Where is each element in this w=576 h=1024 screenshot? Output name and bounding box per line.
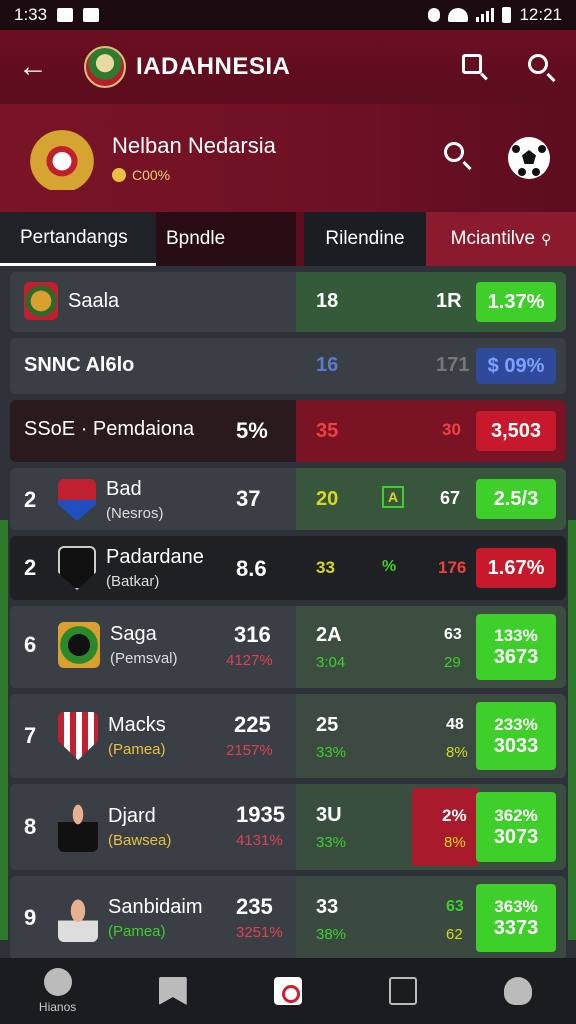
nav-home[interactable]: Hianos [28,968,88,1014]
download-icon [389,977,418,1005]
percent-badge: 233% 3033 [476,702,556,770]
percent-badge: 2.5/3 [476,479,556,519]
bottom-nav: Hianos [0,958,576,1024]
wifi-icon [448,8,469,22]
tab-pertandangs[interactable]: Pertandangs [0,212,156,266]
app-bar: ← IADAHNESIA [0,30,576,104]
percent-badge: 133% 3673 [476,614,556,680]
team-title: Nelban Nedarsia [112,133,276,158]
table-row[interactable]: 8 Djard (Bawsea) 1935 4131% 3U 33% 2% 8% … [10,784,566,870]
club-badge [58,546,96,590]
app-notification-icon [83,8,100,22]
search-icon[interactable] [458,50,492,84]
nav-shield[interactable] [488,977,548,1005]
live-icon [273,977,302,1005]
table-row[interactable]: 9 Sanbidaim (Pamea) 235 3251% 33 38% 63 6… [10,876,566,960]
status-bar: 1:33 12:21 [0,0,576,30]
percent-badge: 362% 3073 [476,792,556,862]
percent-badge: 3,503 [476,411,556,451]
club-badge [58,622,100,668]
team-header: Nelban Nedarsia C00% [0,104,576,212]
tab-bar: Pertandangs Bpndle Rilendine Mciantilve ⚲ [0,212,576,266]
nav-live[interactable] [258,977,318,1005]
percent-badge: 363% 3373 [476,884,556,952]
table-row[interactable]: Saala 18 1R 1.37% [10,272,566,332]
status-time: 1:33 [14,5,48,24]
table-row[interactable]: 2 Bad (Nesros) 37 20 A 67 2.5/3 [10,468,566,530]
percent-badge: 1.67% [476,548,556,588]
side-accent [568,520,576,940]
coin-icon [112,168,126,182]
bluetooth-icon [428,8,441,22]
home-icon [43,968,72,996]
app-title: IADAHNESIA [136,53,291,80]
search-icon[interactable] [524,50,558,84]
notification-icon [57,8,74,22]
status-clock: 12:21 [519,5,562,24]
table-row[interactable]: SSoE · Pemdaiona 5% 35 30 3,503 [10,400,566,462]
app-logo [84,46,126,88]
nav-download[interactable] [373,977,433,1005]
search-icon[interactable] [438,138,478,178]
soccer-ball-icon[interactable] [508,137,550,179]
back-arrow-icon[interactable]: ← [18,50,58,84]
percent-badge: $ 09% [476,348,556,384]
garuda-emblem [26,126,98,190]
tab-rilendine[interactable]: Rilendine [304,212,426,266]
team-subtitle: C00% [112,167,438,183]
shield-icon [504,977,533,1005]
standings-list: Saala 18 1R 1.37% SNNC Al6lo 16 171 $ 09… [10,272,566,966]
club-badge [58,479,96,521]
player-avatar [58,802,98,852]
tab-mciantilve[interactable]: Mciantilve ⚲ [426,212,576,266]
signal-icon [476,8,495,22]
table-row[interactable]: 6 Saga (Pemsval) 316 4127% 2A 3:04 63 29 … [10,606,566,688]
table-row[interactable]: 7 Macks (Pamea) 225 2157% 25 33% 48 8% 23… [10,694,566,778]
table-row[interactable]: SNNC Al6lo 16 171 $ 09% [10,338,566,394]
table-row[interactable]: 2 Padardane (Batkar) 8.6 33 % 176 1.67% [10,536,566,600]
tab-bpndle[interactable]: Bpndle [156,212,296,266]
club-badge [58,712,98,760]
battery-icon [502,7,512,23]
location-pin-icon: ⚲ [541,230,552,247]
percent-badge: 1.37% [476,282,556,322]
side-accent [0,520,8,940]
trend-icon: A [382,486,405,508]
club-badge [24,282,58,320]
bookmark-icon [158,977,187,1005]
player-avatar [58,894,98,942]
nav-bookmark[interactable] [143,977,203,1005]
